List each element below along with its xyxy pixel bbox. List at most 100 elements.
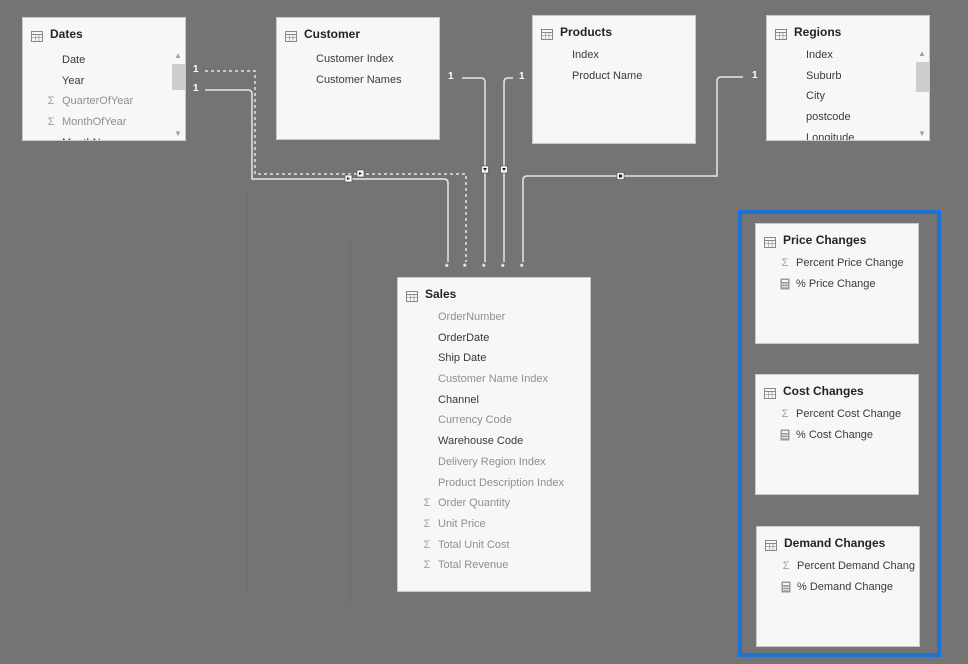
table-card-cost-changes[interactable]: Cost Changes Σ Percent Cost Change % Cost … — [755, 374, 919, 495]
field-label: Product Name — [572, 69, 643, 82]
scroll-thumb[interactable] — [916, 62, 929, 92]
field-label: Ship Date — [438, 352, 487, 365]
field-item[interactable]: Date — [23, 50, 185, 71]
table-header[interactable]: Customer — [285, 26, 360, 42]
field-item[interactable]: MonthName — [23, 133, 185, 140]
table-card-sales[interactable]: Sales OrderNumber OrderDate Ship Date Custo… — [397, 277, 591, 592]
table-title: Price Changes — [783, 233, 867, 247]
field-label: Unit Price — [438, 517, 486, 530]
scroll-up-icon[interactable]: ▲ — [171, 50, 185, 62]
field-item[interactable]: Customer Name Index — [398, 369, 590, 390]
table-title: Dates — [50, 27, 83, 41]
table-title: Regions — [794, 25, 842, 39]
cardinality-one: 1 — [752, 70, 758, 81]
field-item[interactable]: Warehouse Code — [398, 431, 590, 452]
scrollbar[interactable]: ▲ ▼ — [171, 50, 185, 140]
field-label: Percent Price Change — [796, 257, 904, 269]
direction-marker — [500, 165, 508, 174]
field-label: % Price Change — [796, 277, 876, 290]
field-item[interactable]: Σ Percent Price Change — [756, 253, 918, 274]
scrollbar[interactable]: ▲ ▼ — [915, 48, 929, 140]
field-label: Suburb — [806, 69, 842, 82]
sigma-icon: Σ — [423, 517, 431, 530]
scroll-down-icon[interactable]: ▼ — [915, 128, 929, 140]
table-title: Sales — [425, 287, 457, 301]
table-icon — [765, 538, 777, 551]
field-item[interactable]: Longitude — [767, 128, 929, 140]
field-item[interactable]: OrderNumber — [398, 307, 590, 328]
field-item[interactable]: % Cost Change — [756, 425, 918, 446]
field-item[interactable]: Index — [533, 45, 695, 66]
field-item[interactable]: Σ Percent Cost Change — [756, 404, 918, 425]
cardinality-one: 1 — [519, 71, 525, 82]
field-item[interactable]: Customer Names — [277, 70, 439, 91]
table-card-customer[interactable]: Customer Customer Index Customer Names — [276, 17, 440, 140]
direction-marker — [344, 174, 353, 183]
sigma-icon: Σ — [423, 538, 431, 551]
field-item[interactable]: Σ Percent Demand Chang — [757, 556, 919, 577]
sigma-icon: Σ — [47, 116, 55, 129]
sigma-icon: Σ — [423, 559, 431, 572]
field-item[interactable]: Product Description Index — [398, 473, 590, 494]
field-item[interactable]: Index — [767, 45, 929, 66]
table-icon — [406, 289, 418, 302]
field-item[interactable]: Σ Order Quantity — [398, 493, 590, 514]
field-label: Currency Code — [438, 414, 512, 427]
scroll-thumb[interactable] — [172, 64, 185, 90]
table-header[interactable]: Regions — [775, 24, 841, 40]
field-item[interactable]: City — [767, 86, 929, 107]
table-icon — [285, 29, 297, 42]
field-item[interactable]: Delivery Region Index — [398, 452, 590, 473]
field-item[interactable]: Currency Code — [398, 410, 590, 431]
direction-marker — [616, 172, 625, 180]
direction-marker — [481, 165, 489, 174]
field-item[interactable]: postcode — [767, 107, 929, 128]
table-icon — [764, 235, 776, 248]
field-label: Warehouse Code — [438, 435, 524, 448]
field-item[interactable]: % Price Change — [756, 274, 918, 295]
field-item[interactable]: Σ Total Revenue — [398, 555, 590, 576]
table-card-demand-changes[interactable]: Demand Changes Σ Percent Demand Chang % De… — [756, 526, 920, 647]
sigma-icon: Σ — [782, 560, 790, 572]
field-item[interactable]: OrderDate — [398, 328, 590, 349]
scroll-down-icon[interactable]: ▼ — [171, 128, 185, 140]
field-label: Customer Index — [316, 53, 394, 65]
field-item[interactable]: Ship Date — [398, 348, 590, 369]
field-label: Index — [806, 49, 833, 61]
field-label: Date — [62, 54, 86, 66]
cardinality-many: * — [501, 262, 505, 272]
sigma-icon: Σ — [47, 95, 55, 108]
table-card-price-changes[interactable]: Price Changes Σ Percent Price Change % Pri… — [755, 223, 919, 344]
table-card-regions[interactable]: Regions Index Suburb City postcode Longitude… — [766, 15, 930, 141]
table-header[interactable]: Price Changes — [764, 232, 866, 248]
table-title: Products — [560, 25, 613, 39]
field-item[interactable]: Σ Unit Price — [398, 514, 590, 535]
table-header[interactable]: Dates — [31, 26, 83, 42]
cardinality-many: * — [482, 262, 486, 272]
field-label: % Cost Change — [796, 428, 874, 441]
field-label: Channel — [438, 393, 479, 406]
table-card-products[interactable]: Products Index Product Name — [532, 15, 696, 144]
table-icon — [764, 386, 776, 399]
field-item[interactable]: Customer Index — [277, 49, 439, 70]
field-item[interactable]: Channel — [398, 390, 590, 411]
field-item[interactable]: Suburb — [767, 66, 929, 87]
field-item[interactable]: Σ MonthOfYear — [23, 112, 185, 133]
field-item[interactable]: % Demand Change — [757, 577, 919, 598]
field-label: Order Quantity — [438, 497, 511, 510]
table-header[interactable]: Products — [541, 24, 612, 40]
field-label: postcode — [806, 111, 851, 124]
sigma-icon: Σ — [423, 497, 431, 510]
table-header[interactable]: Sales — [406, 286, 456, 302]
field-item[interactable]: Σ Total Unit Cost — [398, 535, 590, 556]
field-item[interactable]: Year — [23, 71, 185, 92]
table-icon — [775, 27, 787, 40]
field-label: Customer Names — [316, 73, 402, 86]
calculator-icon — [779, 429, 791, 441]
table-header[interactable]: Cost Changes — [764, 383, 864, 399]
field-item[interactable]: Product Name — [533, 66, 695, 87]
table-card-dates[interactable]: Dates Date Year Σ QuarterOfYear Σ MonthOfYear… — [22, 17, 186, 141]
field-item[interactable]: Σ QuarterOfYear — [23, 91, 185, 112]
scroll-up-icon[interactable]: ▲ — [915, 48, 929, 60]
table-header[interactable]: Demand Changes — [765, 535, 885, 551]
